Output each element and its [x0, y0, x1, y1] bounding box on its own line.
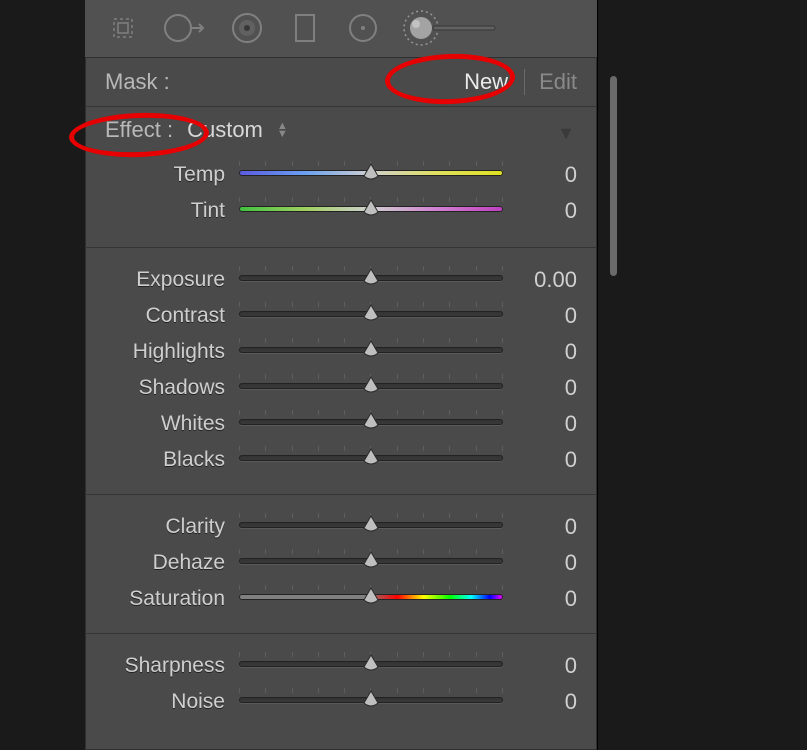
tint-label: Tint: [105, 199, 225, 223]
clarity-thumb[interactable]: [362, 515, 380, 533]
graduated-filter-tool-icon[interactable]: [285, 8, 325, 48]
contrast-slider[interactable]: [239, 307, 503, 325]
whites-label: Whites: [105, 412, 225, 436]
contrast-value[interactable]: 0: [517, 303, 577, 329]
exposure-slider[interactable]: [239, 271, 503, 289]
blacks-value[interactable]: 0: [517, 447, 577, 473]
tint-value[interactable]: 0: [517, 198, 577, 224]
exposure-value[interactable]: 0.00: [517, 267, 577, 293]
shadows-thumb[interactable]: [362, 376, 380, 394]
tint-thumb[interactable]: [362, 199, 380, 217]
saturation-thumb[interactable]: [362, 587, 380, 605]
whites-value[interactable]: 0: [517, 411, 577, 437]
adjustment-brush-tool-icon[interactable]: [401, 8, 501, 48]
shadows-value[interactable]: 0: [517, 375, 577, 401]
sharpness-thumb[interactable]: [362, 654, 380, 672]
blacks-label: Blacks: [105, 448, 225, 472]
temp-value[interactable]: 0: [517, 162, 577, 188]
develop-panel: Mask : New Edit Effect : Custom ▲▼ ▼ Tem…: [85, 0, 597, 750]
saturation-value[interactable]: 0: [517, 586, 577, 612]
effect-preset-dropdown[interactable]: Custom: [187, 117, 263, 143]
blacks-slider[interactable]: [239, 451, 503, 469]
exposure-thumb[interactable]: [362, 268, 380, 286]
blacks-row: Blacks 0: [105, 442, 577, 478]
effect-label: Effect :: [105, 117, 173, 143]
mask-row: Mask : New Edit: [85, 58, 597, 107]
radial-filter-tool-icon[interactable]: [343, 8, 383, 48]
blacks-thumb[interactable]: [362, 448, 380, 466]
noise-thumb[interactable]: [362, 690, 380, 708]
sharpness-slider[interactable]: [239, 657, 503, 675]
exposure-row: Exposure 0.00: [105, 262, 577, 298]
contrast-row: Contrast 0: [105, 298, 577, 334]
shadows-label: Shadows: [105, 376, 225, 400]
noise-value[interactable]: 0: [517, 689, 577, 715]
dropdown-arrows-icon: ▲▼: [277, 122, 287, 138]
scrollbar-thumb[interactable]: [610, 76, 617, 276]
exposure-label: Exposure: [105, 268, 225, 292]
shadows-row: Shadows 0: [105, 370, 577, 406]
dehaze-row: Dehaze 0: [105, 545, 577, 581]
sharpness-row: Sharpness 0: [105, 648, 577, 684]
temp-slider[interactable]: [239, 166, 503, 184]
shadows-slider[interactable]: [239, 379, 503, 397]
spot-removal-tool-icon[interactable]: [161, 8, 209, 48]
saturation-row: Saturation 0: [105, 581, 577, 617]
temp-thumb[interactable]: [362, 163, 380, 181]
contrast-thumb[interactable]: [362, 304, 380, 322]
tool-strip: [85, 0, 597, 58]
redeye-tool-icon[interactable]: [227, 8, 267, 48]
crop-tool-icon[interactable]: [103, 8, 143, 48]
noise-slider[interactable]: [239, 693, 503, 711]
clarity-value[interactable]: 0: [517, 514, 577, 540]
whites-thumb[interactable]: [362, 412, 380, 430]
clarity-row: Clarity 0: [105, 509, 577, 545]
highlights-slider[interactable]: [239, 343, 503, 361]
saturation-label: Saturation: [105, 587, 225, 611]
whites-row: Whites 0: [105, 406, 577, 442]
presence-group: Clarity 0 Dehaze 0 Saturation 0: [85, 495, 597, 634]
clarity-label: Clarity: [105, 515, 225, 539]
highlights-row: Highlights 0: [105, 334, 577, 370]
temp-label: Temp: [105, 163, 225, 187]
highlights-label: Highlights: [105, 340, 225, 364]
mask-label: Mask :: [105, 69, 448, 95]
temp-row: Temp 0: [105, 157, 577, 193]
noise-label: Noise: [105, 690, 225, 714]
sharpness-value[interactable]: 0: [517, 653, 577, 679]
mask-edit-button[interactable]: Edit: [525, 69, 577, 95]
detail-group: Sharpness 0 Noise 0: [85, 634, 597, 750]
dehaze-value[interactable]: 0: [517, 550, 577, 576]
clarity-slider[interactable]: [239, 518, 503, 536]
dehaze-slider[interactable]: [239, 554, 503, 572]
tint-slider[interactable]: [239, 202, 503, 220]
effect-block: Effect : Custom ▲▼ ▼ Temp 0 Tint: [85, 107, 597, 248]
highlights-value[interactable]: 0: [517, 339, 577, 365]
disclosure-triangle-icon[interactable]: ▼: [557, 123, 575, 144]
tone-group: Exposure 0.00 Contrast 0 Highlights 0 Sh…: [85, 248, 597, 495]
noise-row: Noise 0: [105, 684, 577, 720]
saturation-slider[interactable]: [239, 590, 503, 608]
highlights-thumb[interactable]: [362, 340, 380, 358]
sharpness-label: Sharpness: [105, 654, 225, 678]
dehaze-label: Dehaze: [105, 551, 225, 575]
whites-slider[interactable]: [239, 415, 503, 433]
mask-new-button[interactable]: New: [448, 69, 524, 95]
tint-row: Tint 0: [105, 193, 577, 229]
dehaze-thumb[interactable]: [362, 551, 380, 569]
contrast-label: Contrast: [105, 304, 225, 328]
panel-scroll-region[interactable]: [597, 0, 626, 750]
